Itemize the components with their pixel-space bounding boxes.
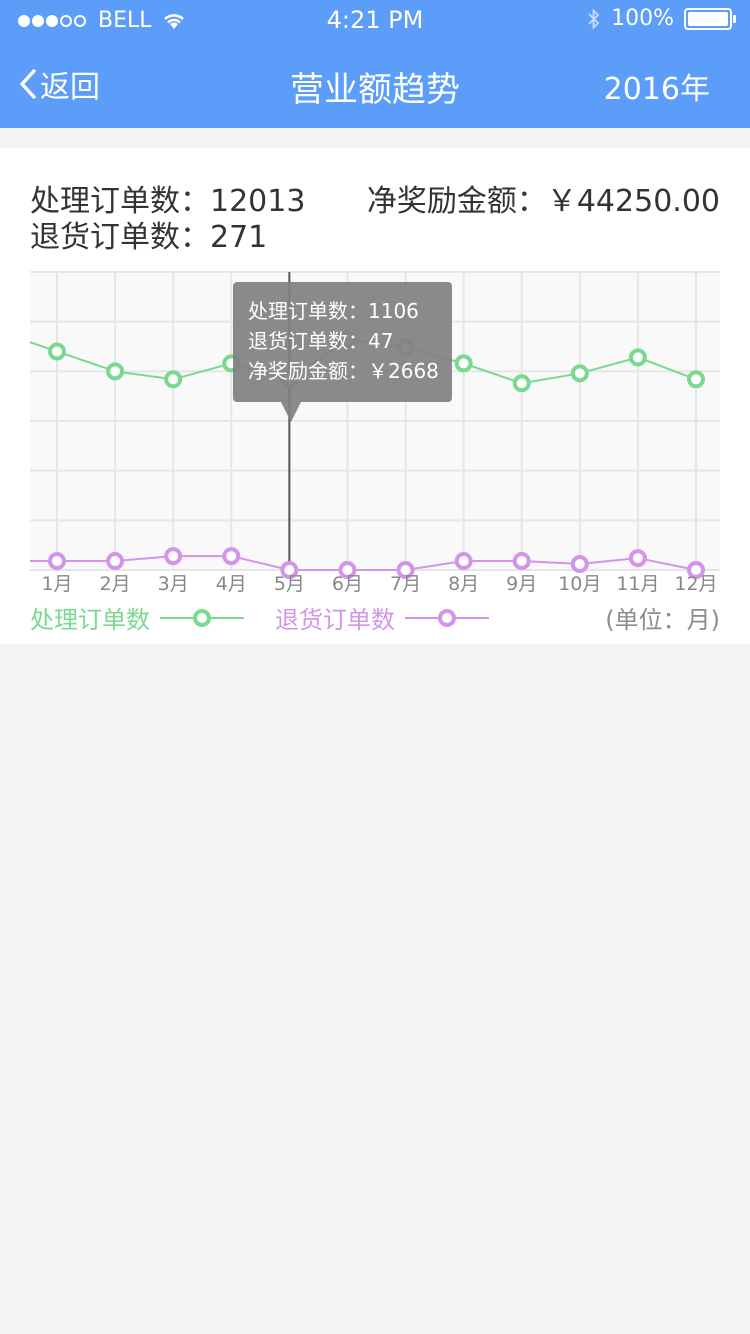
x-tick-label: 12月: [674, 573, 717, 595]
battery-percent: 100%: [611, 6, 674, 31]
chart-tooltip: 处理订单数：1106 退货订单数：47 净奖励金额：￥2668: [233, 282, 452, 422]
nav-bar: 返回 营业额趋势 2016年: [0, 40, 750, 128]
x-tick-label: 11月: [616, 573, 659, 595]
data-point-returned: [628, 549, 647, 568]
x-tick-label: 2月: [100, 573, 131, 595]
trend-card: 处理订单数：12013 净奖励金额：￥44250.00 退货订单数：271 1月…: [0, 148, 750, 644]
data-point-processed: [570, 364, 589, 383]
data-point-processed: [106, 362, 125, 381]
chart-legend: 处理订单数 退货订单数 (单位：月): [0, 600, 750, 640]
tooltip-returned: 退货订单数：47: [248, 329, 394, 353]
status-right: 100%: [587, 6, 736, 31]
x-tick-label: 5月: [274, 573, 305, 595]
legend-processed-label: 处理订单数: [30, 606, 150, 634]
x-tick-label: 7月: [390, 573, 421, 595]
x-tick-label: 1月: [41, 573, 72, 595]
data-point-processed: [164, 370, 183, 389]
legend-processed: 处理订单数: [30, 600, 244, 635]
data-point-processed: [628, 348, 647, 367]
legend-returned: 退货订单数: [275, 600, 489, 635]
x-tick-label: 10月: [558, 573, 601, 595]
x-tick-label: 8月: [448, 573, 479, 595]
tooltip-bonus: 净奖励金额：￥2668: [248, 359, 439, 383]
year-selector[interactable]: 2016年: [604, 64, 710, 108]
legend-unit: (单位：月): [605, 606, 720, 634]
data-point-returned: [106, 552, 125, 571]
x-tick-label: 6月: [332, 573, 363, 595]
bluetooth-icon: [588, 7, 600, 30]
legend-processed-marker: [160, 608, 244, 627]
battery-icon: [684, 7, 736, 30]
x-tick-label: 3月: [158, 573, 189, 595]
header: BELL 4:21 PM 100% 返回 营业额趋势 2016年: [0, 0, 750, 128]
status-bar: BELL 4:21 PM 100%: [0, 0, 750, 40]
data-point-returned: [512, 552, 531, 571]
data-point-returned: [164, 547, 183, 566]
data-point-returned: [222, 547, 241, 566]
data-point-processed: [687, 370, 705, 389]
x-tick-label: 9月: [506, 573, 537, 595]
data-point-returned: [48, 552, 66, 571]
legend-returned-marker: [405, 608, 489, 627]
data-point-returned: [570, 555, 589, 574]
data-point-returned: [454, 552, 473, 571]
legend-returned-label: 退货订单数: [275, 606, 395, 634]
tooltip-processed: 处理订单数：1106: [248, 299, 419, 323]
data-point-processed: [48, 342, 66, 361]
data-point-processed: [454, 354, 473, 373]
x-tick-label: 4月: [216, 573, 247, 595]
data-point-processed: [512, 374, 531, 393]
